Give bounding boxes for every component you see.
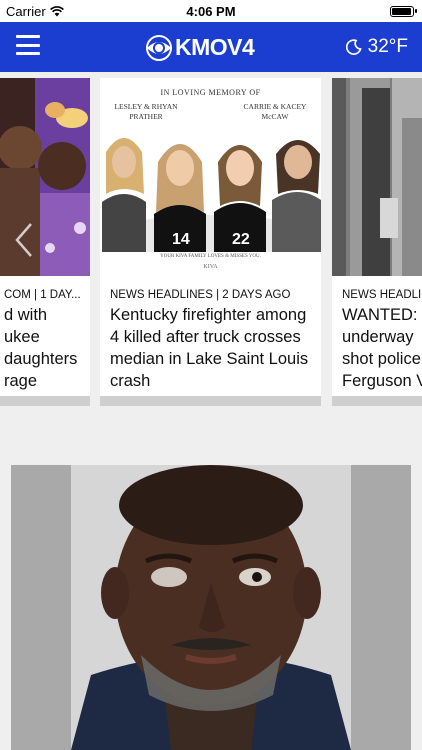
headline-line: daughters bbox=[4, 350, 78, 368]
news-card-headline: WANTED: underway shot police Ferguson V bbox=[342, 304, 422, 392]
headline-line: shot police bbox=[342, 350, 421, 368]
news-card-featured[interactable]: IN LOVING MEMORY OF LESLEY & RHYAN PRATH… bbox=[100, 78, 321, 406]
svg-text:14: 14 bbox=[172, 231, 190, 248]
moon-icon bbox=[345, 39, 362, 55]
battery-fill bbox=[392, 8, 411, 15]
mugshot-photo bbox=[11, 465, 411, 750]
headline-line: d with bbox=[4, 306, 48, 324]
battery-icon bbox=[390, 6, 417, 17]
chevron-left-icon[interactable] bbox=[14, 222, 34, 258]
memorial-portraits: 14 22 bbox=[102, 138, 321, 252]
headline-carousel[interactable]: COM | 1 DAY... d with ukee daughters rag… bbox=[0, 72, 422, 412]
memorial-title: IN LOVING MEMORY OF bbox=[160, 88, 261, 97]
card-divider bbox=[0, 396, 90, 406]
news-card-meta: NEWS HEADLI bbox=[342, 289, 422, 301]
headline-line: WANTED: bbox=[342, 306, 418, 324]
temperature: 32°F bbox=[367, 36, 408, 57]
headline-line: Ferguson V bbox=[342, 372, 422, 390]
news-card-headline: d with ukee daughters rage bbox=[4, 304, 82, 392]
station-logo[interactable]: KMOV4 bbox=[146, 34, 255, 61]
kiva-logo: KIVA bbox=[203, 264, 218, 270]
memorial-names-left: LESLEY & RHYAN PRATHER bbox=[114, 102, 178, 121]
card-divider bbox=[332, 396, 422, 406]
card-divider bbox=[100, 396, 321, 406]
cbs-eye-icon bbox=[146, 34, 172, 61]
news-card-meta: NEWS HEADLINES | 2 DAYS AGO bbox=[110, 289, 291, 301]
news-card-image bbox=[332, 78, 422, 276]
news-card-meta: COM | 1 DAY... bbox=[4, 289, 81, 301]
weather-widget[interactable]: 32°F bbox=[345, 36, 408, 58]
brand-name: KMOV4 bbox=[175, 34, 255, 60]
headline-line: rage bbox=[4, 372, 38, 390]
headline-line: underway bbox=[342, 328, 414, 346]
memorial-tagline: YOUR KIVA FAMILY LOVES & MISSES YOU. bbox=[160, 254, 261, 259]
status-bar: Carrier 4:06 PM bbox=[0, 0, 422, 22]
story-hero-image[interactable] bbox=[11, 465, 411, 750]
news-card-next[interactable]: NEWS HEADLI WANTED: underway shot police… bbox=[332, 78, 422, 406]
memorial-image: IN LOVING MEMORY OF LESLEY & RHYAN PRATH… bbox=[100, 78, 321, 276]
app-bar: KMOV4 32°F bbox=[0, 22, 422, 72]
memorial-names-right: CARRIE & KACEY McCAW bbox=[243, 102, 307, 121]
clock: 4:06 PM bbox=[186, 4, 236, 19]
svg-text:22: 22 bbox=[232, 231, 250, 248]
news-card-headline: Kentucky firefighter among 4 killed afte… bbox=[110, 306, 309, 390]
hamburger-menu-icon[interactable] bbox=[16, 35, 40, 55]
headline-line: ukee bbox=[4, 328, 40, 346]
